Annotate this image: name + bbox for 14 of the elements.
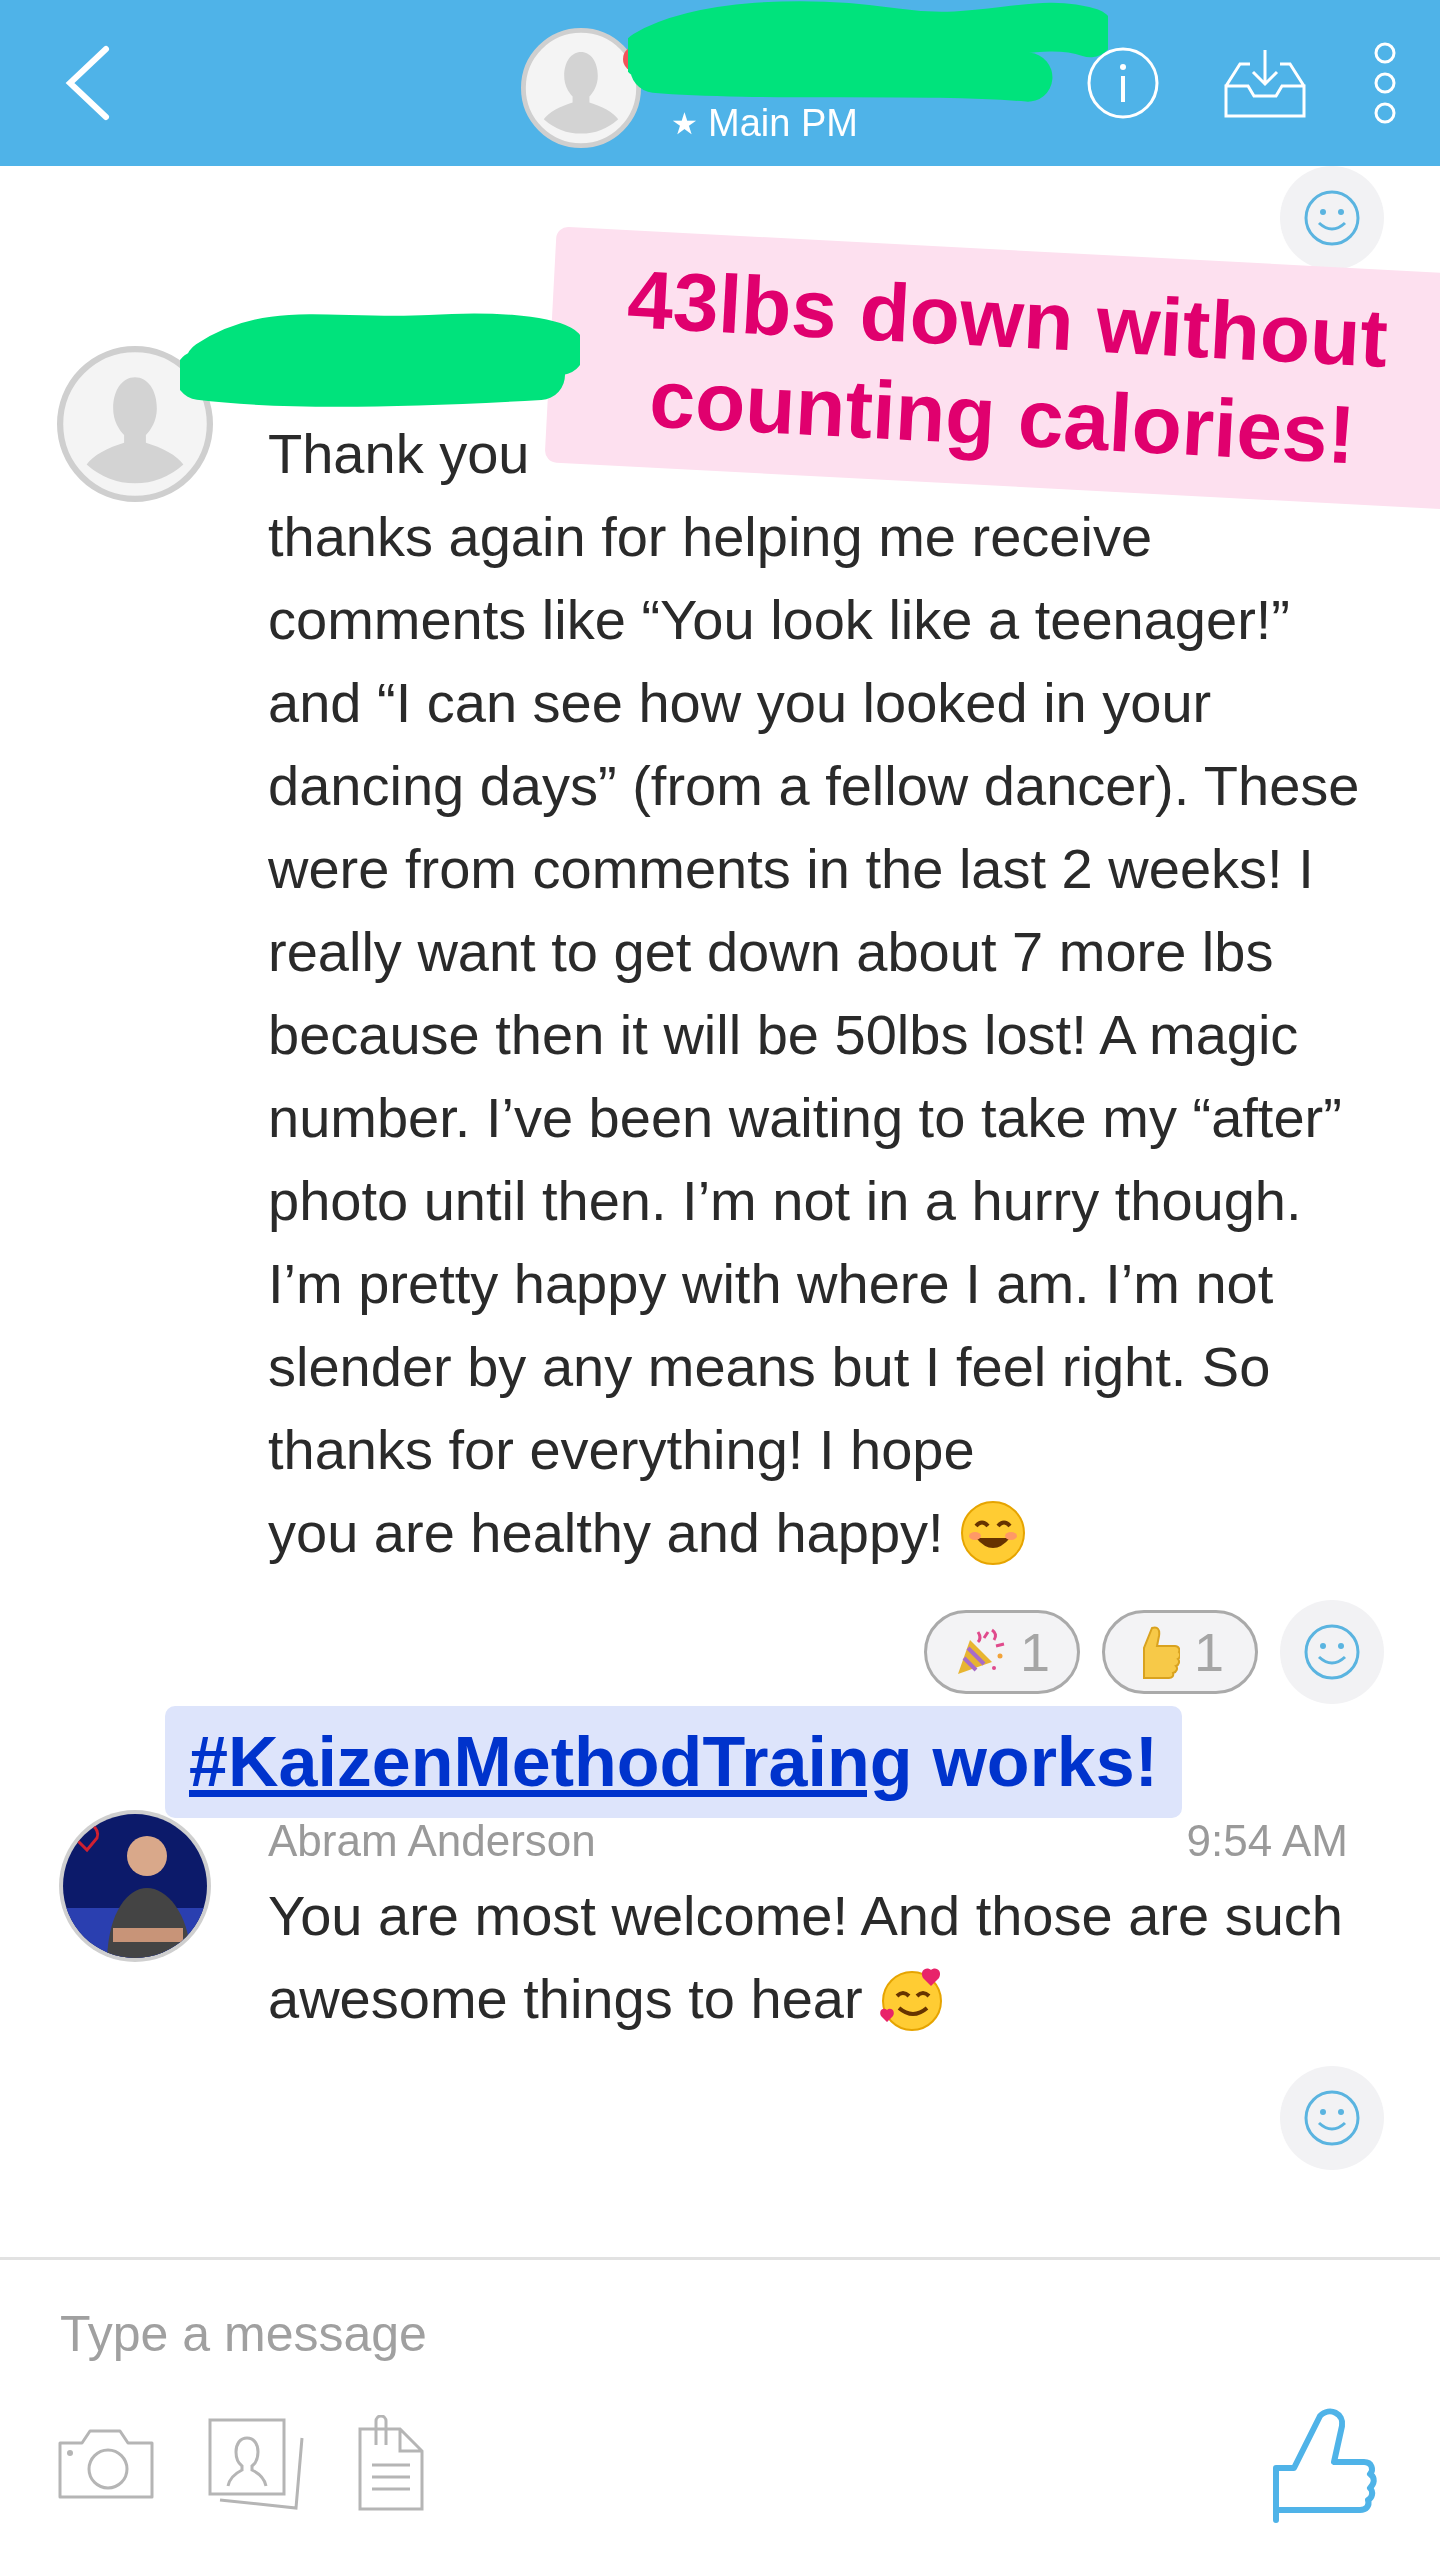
- sender-name: Abram Anderson: [268, 1816, 596, 1866]
- message-time: 9:54 AM: [1186, 1816, 1348, 1866]
- message-field[interactable]: Type a message: [58, 2304, 962, 2364]
- message-text: you are healthy and happy!: [268, 1500, 944, 1566]
- message-text: Thank you: [268, 421, 530, 487]
- chat-subtitle: Main PM: [708, 102, 858, 145]
- message-text: You are most welcome! And those are such: [268, 1883, 1344, 1949]
- message-text: awesome things to hear: [268, 1966, 863, 2032]
- caption-text: works!: [932, 1722, 1159, 1802]
- caption-headline: 43lbs down without counting calories!: [544, 226, 1440, 510]
- reaction-chip[interactable]: 1: [924, 1610, 1080, 1694]
- star-glyph: ★: [671, 106, 698, 141]
- reaction-chip[interactable]: 1: [1102, 1610, 1258, 1694]
- hashtag-link[interactable]: #KaizenMethodTraing: [189, 1722, 913, 1802]
